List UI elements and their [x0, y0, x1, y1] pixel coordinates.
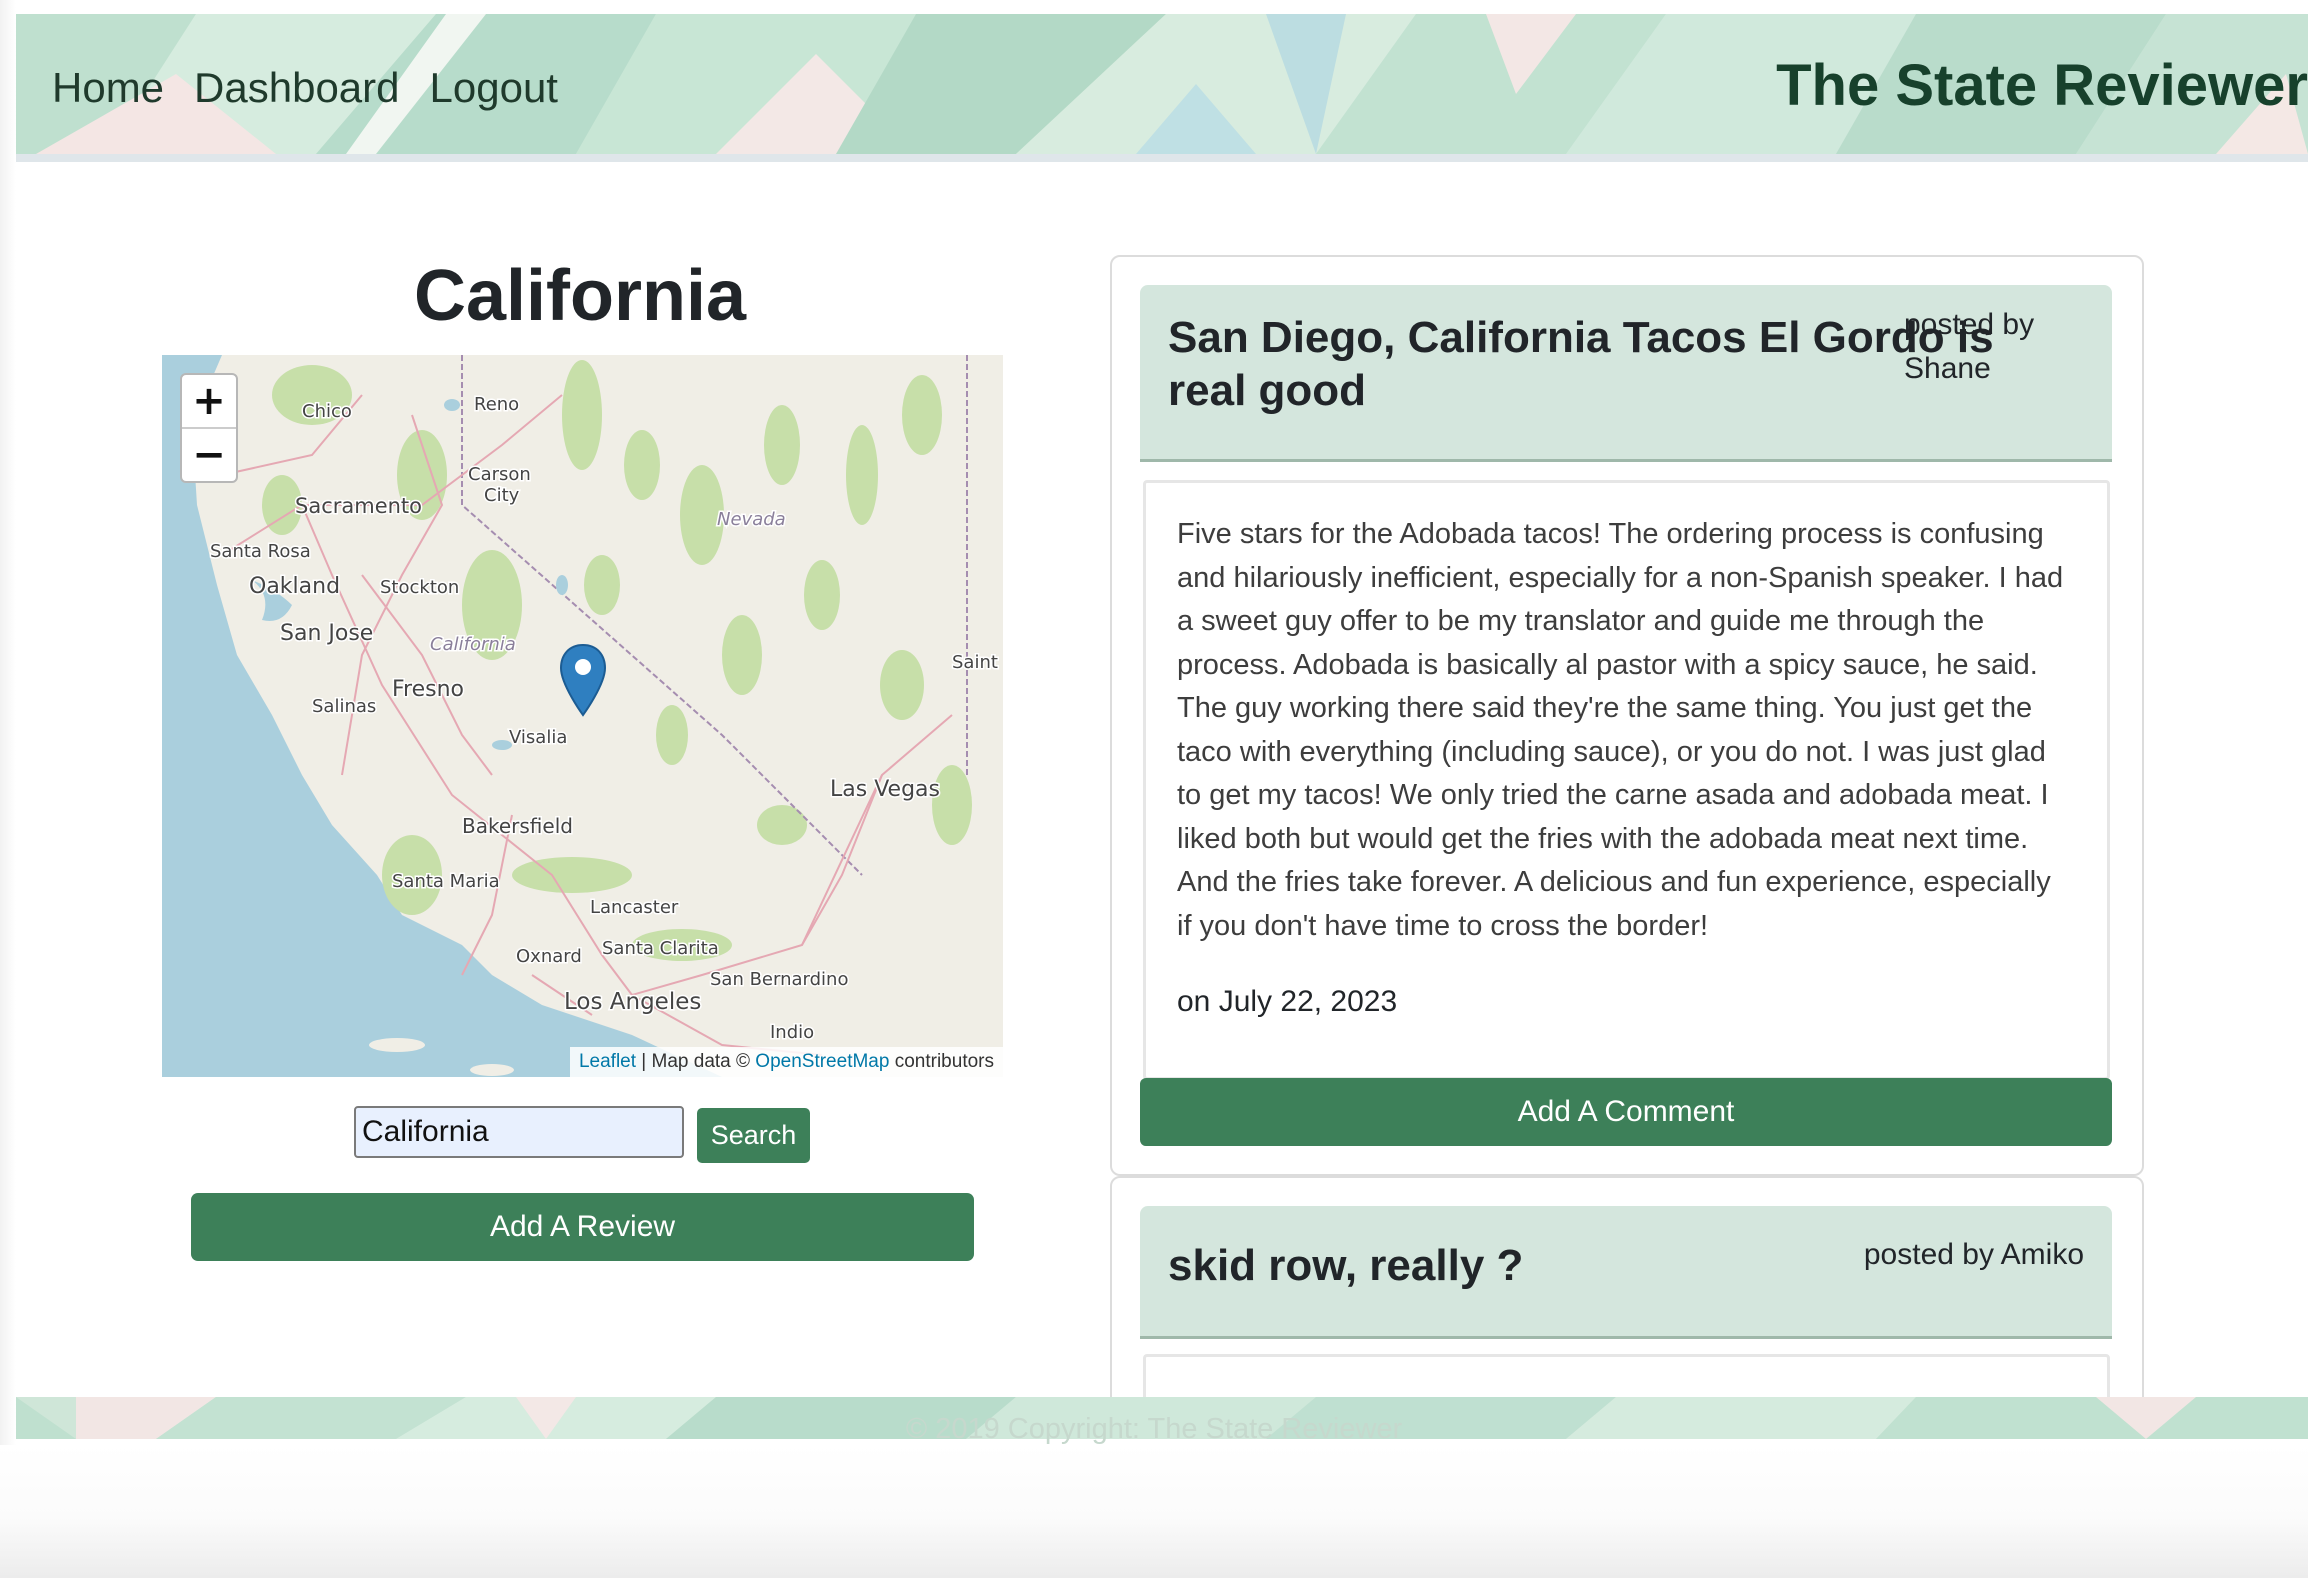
review-body	[1143, 1354, 2110, 1397]
review-header: skid row, really ? posted by Amiko	[1140, 1206, 2112, 1339]
review-title-line: real good	[1168, 366, 1367, 415]
map-label-oakland: Oakland	[249, 574, 340, 599]
reviews-list[interactable]: San Diego, California Tacos El Gordo is …	[1110, 250, 2148, 1397]
map-label-chico: Chico	[302, 401, 352, 422]
attribution-text: | Map data ©	[641, 1051, 751, 1072]
map-label-santa-clarita: Santa Clarita	[602, 938, 719, 959]
add-comment-button[interactable]: Add A Comment	[1140, 1078, 2112, 1146]
map-label-santa-rosa: Santa Rosa	[210, 541, 311, 562]
map-label-visalia: Visalia	[509, 727, 567, 748]
review-text-line: Five stars for the Adobada tacos! The or…	[1177, 518, 2044, 550]
nav-logout[interactable]: Logout	[430, 64, 558, 112]
main-nav: Home Dashboard Logout	[52, 64, 558, 112]
map-label-bakersfield: Bakersfield	[462, 814, 573, 838]
review-text-line: a sweet guy offer to be my translator an…	[1177, 605, 1985, 637]
review-author-name: Shane	[1904, 352, 1991, 385]
map-label-san-bernardino: San Bernardino	[710, 969, 848, 990]
window-shadow	[0, 1445, 2308, 1578]
map-label-salinas: Salinas	[312, 696, 376, 717]
review-author: posted by Amiko	[1863, 1238, 2084, 1271]
zoom-in-button[interactable]: +	[182, 375, 236, 429]
review-text-line: to get my tacos! We only tried the carne…	[1177, 779, 2049, 811]
review-text-line: liked both but would get the fries with …	[1177, 822, 2029, 855]
map-label-los-angeles: Los Angeles	[564, 989, 701, 1015]
map-label-reno: Reno	[474, 394, 519, 415]
review-text-line: and hilariously inefficient, especially …	[1177, 561, 2064, 594]
review-text-line: taco with everything (including sauce), …	[1177, 735, 2046, 768]
map-label-carson: Carson	[468, 464, 531, 485]
map-label-stockton: Stockton	[380, 577, 459, 598]
review-card: San Diego, California Tacos El Gordo is …	[1110, 255, 2144, 1176]
zoom-control: + −	[180, 373, 238, 483]
map-label-sacramento: Sacramento	[295, 494, 422, 518]
map-label-fresno: Fresno	[392, 677, 464, 702]
nav-dashboard[interactable]: Dashboard	[194, 64, 399, 112]
map-label-lancaster: Lancaster	[590, 897, 679, 918]
review-body: Five stars for the Adobada tacos! The or…	[1143, 480, 2110, 1080]
zoom-out-button[interactable]: −	[182, 429, 236, 481]
window-edge	[0, 0, 16, 1578]
footer-copyright: © 2019 Copyright: The State Reviewer	[905, 1413, 1403, 1445]
map-label-oxnard: Oxnard	[516, 946, 582, 967]
review-title: San Diego, California Tacos El Gordo is …	[1168, 311, 1994, 417]
review-text-line: if you don't have time to cross the bord…	[1177, 909, 1709, 942]
map-label-santa-maria: Santa Maria	[392, 871, 500, 892]
review-text-line: The guy working there said they're the s…	[1177, 692, 2033, 724]
state-title: California	[413, 256, 747, 336]
review-author-prefix: posted by	[1904, 308, 2035, 341]
review-header: San Diego, California Tacos El Gordo is …	[1140, 285, 2112, 462]
review-card: skid row, really ? posted by Amiko	[1110, 1176, 2144, 1397]
map-label-nevada: Nevada	[717, 509, 786, 530]
review-title: skid row, really ?	[1168, 1241, 1524, 1290]
state-search-input[interactable]	[354, 1106, 684, 1158]
map-label-las-vegas: Las Vegas	[830, 777, 940, 802]
attribution-contributors: contributors	[894, 1051, 994, 1072]
review-text-line: process. Adobada is basically al pastor …	[1177, 648, 2038, 681]
site-header: Home Dashboard Logout The State Reviewer	[16, 14, 2308, 162]
site-title[interactable]: The State Reviewer	[1776, 52, 2308, 119]
leaflet-link[interactable]: Leaflet	[579, 1051, 636, 1072]
map-label-california: California	[430, 634, 516, 655]
location-marker-icon[interactable]	[559, 643, 607, 719]
map-label-san-jose: San Jose	[280, 621, 373, 646]
nav-home[interactable]: Home	[52, 64, 164, 112]
map-label-city: City	[484, 485, 520, 506]
openstreetmap-link[interactable]: OpenStreetMap	[755, 1051, 889, 1072]
review-text-line: And the fries take forever. A delicious …	[1177, 866, 2051, 898]
search-button[interactable]: Search	[697, 1108, 810, 1163]
map-attribution: Leaflet | Map data © OpenStreetMap contr…	[569, 1047, 1003, 1077]
review-author: posted by Shane	[1904, 303, 2034, 391]
add-review-button[interactable]: Add A Review	[191, 1193, 974, 1261]
review-title-line: San Diego, California Tacos El Gordo is	[1168, 313, 1994, 362]
map-label-indio: Indio	[770, 1022, 814, 1043]
state-map[interactable]: Chico Reno Carson City Sacramento Santa …	[162, 355, 1003, 1077]
review-date: on July 22, 2023	[1177, 985, 1398, 1018]
map-label-saint: Saint	[952, 652, 998, 673]
review-text: Five stars for the Adobada tacos! The or…	[1177, 513, 2082, 948]
